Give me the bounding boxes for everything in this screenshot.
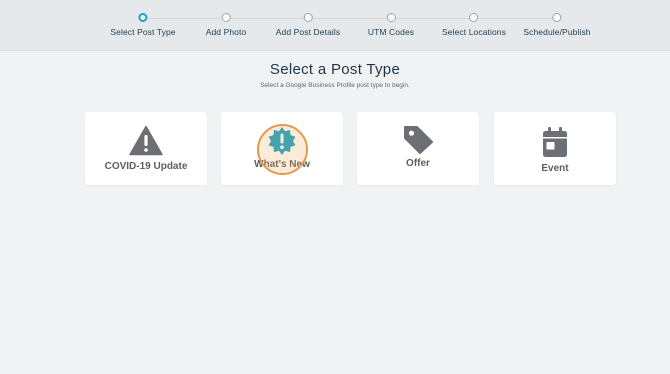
step-select-post-type[interactable]: Select Post Type [110,13,176,37]
step-indicator-icon [386,13,396,22]
post-type-card-covid-19-update[interactable]: COVID-19 Update [85,112,207,185]
page-subtitle: Select a Google Business Profile post ty… [260,82,410,89]
step-schedule-publish[interactable]: Schedule/Publish [523,13,591,37]
post-type-label: Offer [406,158,430,169]
calendar-icon [543,127,567,157]
step-label: Select Post Type [110,27,176,37]
step-select-locations[interactable]: Select Locations [442,13,506,37]
step-label: Select Locations [442,27,506,37]
post-type-card-event[interactable]: Event [494,112,616,185]
step-label: Add Photo [205,27,247,37]
step-indicator-icon [552,13,562,22]
progress-stepper: Select Post Type Add Photo Add Post Deta… [0,0,670,51]
step-add-post-details[interactable]: Add Post Details [276,13,340,37]
post-type-card-whats-new[interactable]: What's New [221,112,343,185]
step-indicator-icon [303,13,313,22]
post-type-label: COVID-19 Update [104,161,188,172]
step-label: Add Post Details [275,27,341,37]
new-badge-icon [268,127,296,155]
post-type-card-offer[interactable]: Offer [357,112,479,185]
post-type-label: What's New [254,159,310,170]
step-utm-codes[interactable]: UTM Codes [368,13,414,37]
price-tag-icon [404,126,433,154]
warning-triangle-icon [129,125,163,156]
post-type-label: Event [541,163,569,174]
step-indicator-icon [138,13,148,22]
step-label: UTM Codes [367,27,415,37]
step-indicator-icon [469,13,479,22]
step-label: Schedule/Publish [523,27,591,37]
step-indicator-icon [221,13,231,22]
step-add-photo[interactable]: Add Photo [206,13,247,37]
page-title: Select a Post Type [269,61,401,78]
